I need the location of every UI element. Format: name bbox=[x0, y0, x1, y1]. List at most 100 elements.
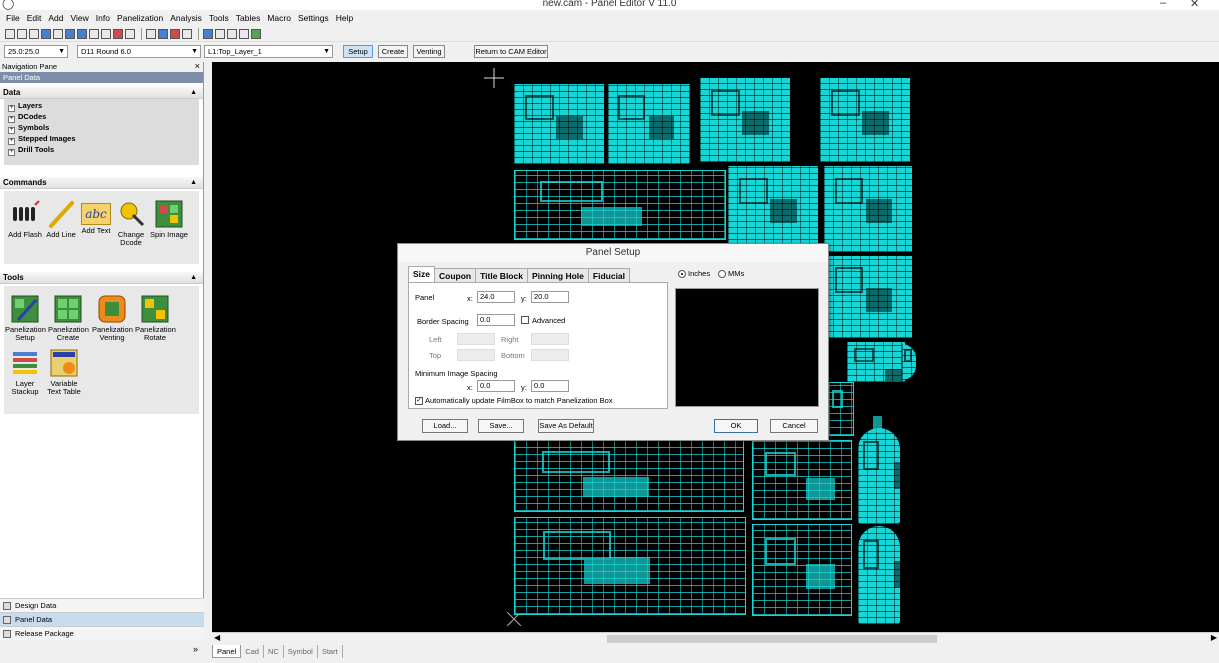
dcode-combo[interactable]: D11 Round 6.0 ▼ bbox=[77, 45, 201, 58]
panel-height-input[interactable]: 20.0 bbox=[531, 291, 569, 303]
pcb-image[interactable] bbox=[752, 440, 852, 520]
zoom-out-icon[interactable] bbox=[77, 28, 87, 39]
variable-text-table-tool[interactable]: Variable Text Table bbox=[44, 348, 84, 396]
design-data-button[interactable]: Design Data bbox=[0, 598, 204, 612]
pcb-image[interactable] bbox=[820, 78, 910, 162]
panelization-create-tool[interactable]: Panelization Create bbox=[48, 294, 89, 342]
top-spacing-input[interactable] bbox=[457, 349, 495, 361]
menu-analysis[interactable]: Analysis bbox=[170, 13, 202, 23]
menu-file[interactable]: File bbox=[6, 13, 20, 23]
chevron-right-icon[interactable]: » bbox=[193, 644, 198, 654]
add-text-command[interactable]: abc Add Text bbox=[76, 199, 116, 235]
collapse-icon[interactable]: ▲ bbox=[190, 87, 197, 99]
ok-button[interactable]: OK bbox=[714, 419, 758, 433]
pcb-image[interactable] bbox=[902, 344, 916, 380]
move-icon[interactable] bbox=[203, 28, 213, 39]
pcb-image[interactable] bbox=[847, 342, 905, 382]
load-button[interactable]: Load... bbox=[422, 419, 468, 433]
tab-panel[interactable]: Panel bbox=[212, 645, 242, 658]
data-section-header[interactable]: Data ▲ bbox=[0, 87, 203, 99]
rotate-icon[interactable] bbox=[239, 28, 249, 39]
menu-view[interactable]: View bbox=[70, 13, 88, 23]
new-icon[interactable] bbox=[17, 28, 27, 39]
tab-size[interactable]: Size bbox=[408, 266, 436, 282]
pcb-image[interactable] bbox=[824, 256, 912, 338]
min-spacing-x-input[interactable]: 0.0 bbox=[477, 380, 515, 392]
zoom-window-icon[interactable] bbox=[89, 28, 99, 39]
open-icon[interactable] bbox=[29, 28, 39, 39]
border-spacing-input[interactable]: 0.0 bbox=[477, 314, 515, 326]
menu-edit[interactable]: Edit bbox=[27, 13, 42, 23]
menu-info[interactable]: Info bbox=[96, 13, 110, 23]
data-tree-item-layers[interactable]: + Layers bbox=[4, 100, 199, 112]
min-spacing-y-input[interactable]: 0.0 bbox=[531, 380, 569, 392]
data-tree-item-drill-tools[interactable]: + Drill Tools bbox=[4, 144, 199, 156]
copy-icon[interactable] bbox=[215, 28, 225, 39]
inches-radio[interactable] bbox=[678, 270, 686, 278]
save-button[interactable]: Save... bbox=[478, 419, 524, 433]
menu-tables[interactable]: Tables bbox=[236, 13, 261, 23]
pan-icon[interactable] bbox=[125, 28, 135, 39]
pcb-image[interactable] bbox=[858, 428, 900, 524]
cancel-button[interactable]: Cancel bbox=[770, 419, 818, 433]
pcb-image[interactable] bbox=[858, 526, 900, 624]
zoom-in-icon[interactable] bbox=[65, 28, 75, 39]
expand-icon[interactable]: + bbox=[8, 149, 15, 156]
panel-width-input[interactable]: 24.0 bbox=[477, 291, 515, 303]
commands-section-header[interactable]: Commands ▲ bbox=[0, 177, 203, 189]
return-to-cam-button[interactable]: Return to CAM Editor bbox=[474, 45, 548, 58]
pcb-image[interactable] bbox=[752, 524, 852, 616]
pcb-image[interactable] bbox=[608, 84, 690, 164]
panelization-venting-tool[interactable]: Panelization Venting bbox=[92, 294, 133, 342]
menu-help[interactable]: Help bbox=[336, 13, 353, 23]
pcb-image[interactable] bbox=[514, 517, 746, 615]
menu-settings[interactable]: Settings bbox=[298, 13, 329, 23]
mms-radio[interactable] bbox=[718, 270, 726, 278]
left-spacing-input[interactable] bbox=[457, 333, 495, 345]
layer-stackup-tool[interactable]: Layer Stackup bbox=[5, 348, 45, 396]
minimize-button[interactable]: – bbox=[1160, 0, 1166, 9]
delete-icon[interactable] bbox=[227, 28, 237, 39]
right-spacing-input[interactable] bbox=[531, 333, 569, 345]
data-tree-item-symbols[interactable]: + Symbols bbox=[4, 122, 199, 134]
save-as-default-button[interactable]: Save As Default bbox=[538, 419, 594, 433]
add-line-command[interactable]: Add Line bbox=[41, 199, 81, 239]
release-package-button[interactable]: Release Package bbox=[0, 626, 204, 640]
create-button[interactable]: Create bbox=[378, 45, 408, 58]
panel-data-button[interactable]: Panel Data bbox=[0, 612, 204, 626]
tab-cad[interactable]: Cad bbox=[241, 645, 264, 658]
close-icon[interactable]: × bbox=[195, 61, 200, 71]
scroll-left-icon[interactable]: ◀ bbox=[214, 633, 220, 642]
menu-macro[interactable]: Macro bbox=[267, 13, 291, 23]
print-icon[interactable] bbox=[53, 28, 63, 39]
scroll-right-icon[interactable]: ▶ bbox=[1211, 633, 1217, 642]
tab-pinning-hole[interactable]: Pinning Hole bbox=[526, 268, 589, 282]
snap-grid-icon[interactable] bbox=[158, 28, 168, 39]
menu-add[interactable]: Add bbox=[48, 13, 63, 23]
add-flash-command[interactable]: Add Flash bbox=[5, 199, 45, 239]
collapse-icon[interactable]: ▲ bbox=[190, 177, 197, 189]
tab-nc[interactable]: NC bbox=[264, 645, 284, 658]
tab-start[interactable]: Start bbox=[318, 645, 343, 658]
spin-image-command[interactable]: Spin Image bbox=[149, 199, 189, 239]
layer-combo[interactable]: L1:Top_Layer_1 ▼ bbox=[204, 45, 333, 58]
properties-icon[interactable] bbox=[251, 28, 261, 39]
table-icon[interactable] bbox=[182, 28, 192, 39]
menu-tools[interactable]: Tools bbox=[209, 13, 229, 23]
pcb-image[interactable] bbox=[728, 166, 818, 252]
menu-panelization[interactable]: Panelization bbox=[117, 13, 163, 23]
tab-coupon[interactable]: Coupon bbox=[434, 268, 477, 282]
horizontal-scrollbar[interactable]: ◀ ▶ bbox=[212, 632, 1219, 644]
zoom-all-icon[interactable] bbox=[101, 28, 111, 39]
panelization-setup-tool[interactable]: Panelization Setup bbox=[5, 294, 46, 342]
data-tree-item-dcodes[interactable]: + DCodes bbox=[4, 111, 199, 123]
tab-symbol[interactable]: Symbol bbox=[284, 645, 318, 658]
data-tree-item-stepped-images[interactable]: + Stepped Images bbox=[4, 133, 199, 145]
close-window-button[interactable]: ✕ bbox=[1190, 0, 1199, 10]
pcb-image[interactable] bbox=[514, 440, 744, 512]
pcb-image[interactable] bbox=[700, 78, 790, 162]
pcb-image[interactable] bbox=[514, 170, 726, 240]
collapse-icon[interactable]: ▲ bbox=[190, 272, 197, 284]
venting-button[interactable]: Venting bbox=[413, 45, 445, 58]
import-icon[interactable] bbox=[41, 28, 51, 39]
